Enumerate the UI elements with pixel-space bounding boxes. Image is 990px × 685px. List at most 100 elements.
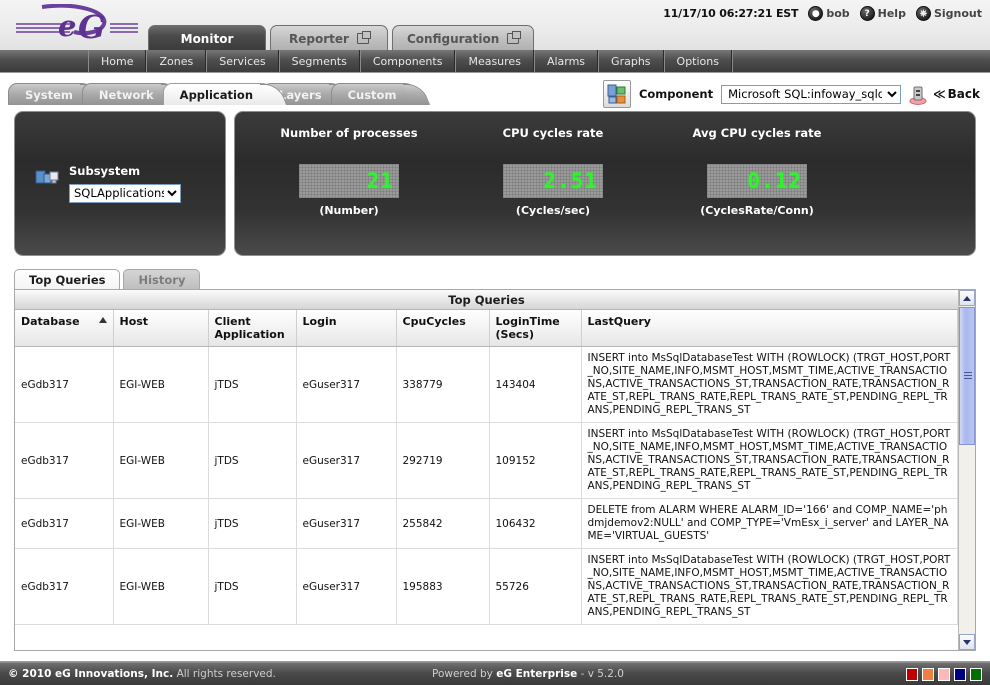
- cell-logintime: 106432: [489, 498, 582, 549]
- status-swatch-minor: [938, 667, 950, 681]
- subnav-label: Alarms: [546, 54, 586, 68]
- component-select[interactable]: Microsoft SQL:infoway_sqldb1: [721, 84, 902, 104]
- metric-number-of-processes: Number of processes 21 (Number): [247, 126, 451, 217]
- subnav-item-graphs[interactable]: Graphs: [598, 50, 664, 72]
- tab-label: History: [138, 273, 186, 287]
- scroll-down-button[interactable]: [959, 634, 975, 650]
- table-row[interactable]: eGdb317 EGI-WEB jTDS eGuser317 338779 14…: [15, 346, 958, 423]
- cell-cpucycles: 338779: [396, 346, 490, 423]
- subsystem-select[interactable]: SQLApplications: [69, 183, 181, 203]
- subnav-label: Components: [372, 54, 443, 68]
- svg-text:G: G: [78, 8, 105, 46]
- table-body: eGdb317 EGI-WEB jTDS eGuser317 338779 14…: [15, 346, 958, 625]
- metric-cpu-cycles-rate: CPU cycles rate 2.51 (Cycles/sec): [451, 126, 655, 217]
- table-vertical-scrollbar[interactable]: [958, 290, 975, 650]
- component-icon: [602, 80, 631, 108]
- database-server-icon[interactable]: [909, 85, 927, 105]
- chevron-up-icon: [963, 295, 971, 301]
- subnav-item-options[interactable]: Options: [663, 50, 732, 72]
- section-tab-label: System: [25, 87, 73, 102]
- tab-label: Top Queries: [29, 273, 106, 287]
- tab-history[interactable]: History: [123, 269, 201, 290]
- subnav-label: Measures: [468, 54, 521, 68]
- column-header-login[interactable]: Login: [296, 310, 397, 347]
- subsystem-control: Subsystem SQLApplications: [35, 164, 181, 203]
- summary-panel-row: Subsystem SQLApplications Number of proc…: [14, 111, 976, 256]
- user-name: bob: [826, 7, 850, 20]
- section-tab-custom[interactable]: Custom: [330, 83, 418, 105]
- section-tab-bar: System Network Application Layers Custom: [8, 83, 418, 105]
- metric-unit: (Cycles/sec): [515, 204, 591, 217]
- subnav-spacer: [0, 50, 88, 72]
- cell-host: EGI-WEB: [113, 422, 209, 499]
- table-tab-bar: Top Queries History: [14, 269, 203, 290]
- column-header-database[interactable]: Database: [15, 310, 114, 347]
- column-header-label: Login: [302, 315, 337, 328]
- metrics-row: Number of processes 21 (Number) CPU cycl…: [247, 126, 965, 217]
- help-label: Help: [877, 7, 906, 20]
- column-header-host[interactable]: Host: [113, 310, 209, 347]
- metric-value-display: 2.51: [503, 164, 603, 198]
- column-header-label: Database: [21, 315, 80, 328]
- section-tab-application[interactable]: Application: [162, 83, 275, 105]
- column-header-lastquery[interactable]: LastQuery: [581, 310, 958, 347]
- table-head: Database Host Client Application Login C…: [15, 310, 958, 347]
- main-tab-configuration[interactable]: Configuration: [392, 25, 535, 51]
- subnav-item-zones[interactable]: Zones: [146, 50, 207, 72]
- cell-database: eGdb317: [15, 548, 114, 625]
- section-tab-label: Application: [179, 87, 254, 102]
- cell-login: eGuser317: [296, 346, 397, 423]
- header-right-group: 11/17/10 06:27:21 EST ● bob ? Help ⎈ Sig…: [663, 6, 982, 21]
- scroll-up-button[interactable]: [959, 290, 975, 306]
- section-tab-network[interactable]: Network: [81, 83, 175, 105]
- subnav-item-measures[interactable]: Measures: [455, 50, 534, 72]
- main-tab-reporter[interactable]: Reporter: [270, 25, 388, 51]
- status-swatch-normal: [970, 667, 982, 681]
- table-row[interactable]: eGdb317 EGI-WEB jTDS eGuser317 195883 55…: [15, 548, 958, 625]
- cell-login: eGuser317: [296, 548, 397, 625]
- column-header-logintime[interactable]: LoginTime (Secs): [489, 310, 582, 347]
- column-header-label: LoginTime (Secs): [495, 315, 560, 341]
- cell-host: EGI-WEB: [113, 548, 209, 625]
- section-tab-label: Custom: [347, 87, 397, 102]
- back-button[interactable]: ≪ Back: [933, 87, 980, 101]
- status-swatch-major: [922, 667, 934, 681]
- cell-client-application: jTDS: [208, 498, 297, 549]
- subnav-item-segments[interactable]: Segments: [278, 50, 360, 72]
- help-link[interactable]: ? Help: [859, 6, 906, 21]
- main-tab-configuration-label: Configuration: [407, 31, 500, 46]
- metrics-panel: Number of processes 21 (Number) CPU cycl…: [234, 111, 976, 256]
- subnav-item-home[interactable]: Home: [88, 50, 147, 72]
- component-selector-bar: Component Microsoft SQL:infoway_sqldb1 ≪…: [602, 80, 980, 108]
- subnav-item-services[interactable]: Services: [206, 50, 279, 72]
- cell-database: eGdb317: [15, 498, 114, 549]
- subnav-item-alarms[interactable]: Alarms: [533, 50, 599, 72]
- subnav-label: Segments: [291, 54, 347, 68]
- metric-unit: (Number): [319, 204, 379, 217]
- column-header-label: Host: [119, 315, 149, 328]
- subnav-label: Graphs: [611, 54, 651, 68]
- subsystem-panel: Subsystem SQLApplications: [14, 111, 226, 256]
- cell-logintime: 109152: [489, 422, 582, 499]
- scrollbar-thumb[interactable]: [959, 307, 975, 445]
- footer-copyright: © 2010 eG Innovations, Inc. All rights r…: [8, 668, 276, 680]
- top-queries-table: Database Host Client Application Login C…: [15, 310, 958, 625]
- column-header-client-application[interactable]: Client Application: [208, 310, 297, 347]
- cell-database: eGdb317: [15, 346, 114, 423]
- column-header-cpucycles[interactable]: CpuCycles: [396, 310, 490, 347]
- tab-top-queries[interactable]: Top Queries: [14, 269, 121, 290]
- cell-client-application: jTDS: [208, 422, 297, 499]
- main-tab-monitor[interactable]: Monitor: [148, 25, 266, 51]
- cell-client-application: jTDS: [208, 548, 297, 625]
- subnav-item-components[interactable]: Components: [359, 50, 456, 72]
- eg-logo[interactable]: e G: [12, 4, 142, 46]
- footer-copyright-rest: All rights reserved.: [173, 668, 276, 680]
- signout-link[interactable]: ⎈ Signout: [915, 6, 982, 21]
- metric-value-display: 21: [299, 164, 399, 198]
- table-row[interactable]: eGdb317 EGI-WEB jTDS eGuser317 255842 10…: [15, 498, 958, 549]
- signout-label: Signout: [933, 7, 982, 20]
- user-menu[interactable]: ● bob: [808, 6, 850, 21]
- metric-title: Avg CPU cycles rate: [692, 126, 822, 140]
- table-row[interactable]: eGdb317 EGI-WEB jTDS eGuser317 292719 10…: [15, 422, 958, 499]
- section-tab-label: Network: [98, 87, 154, 102]
